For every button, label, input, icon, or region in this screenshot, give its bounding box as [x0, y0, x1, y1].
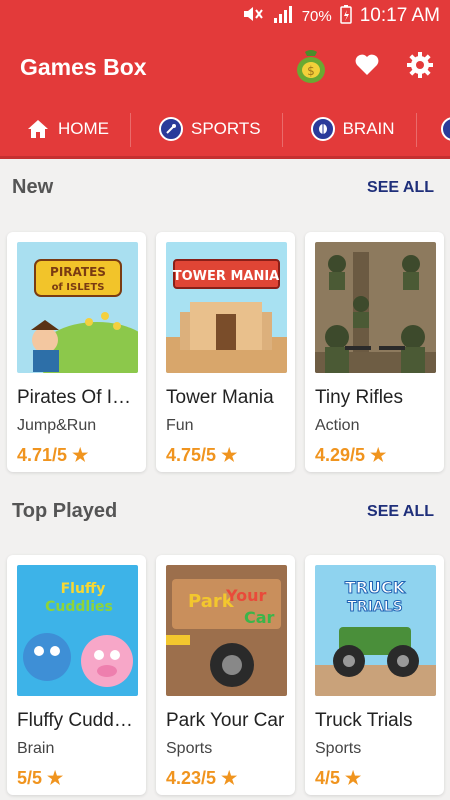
home-icon — [26, 118, 50, 140]
game-rating: 4.75/5 ★ — [166, 445, 238, 465]
tab-brain-label: BRAIN — [342, 119, 395, 138]
see-all-top-played-button[interactable]: SEE ALL — [367, 503, 434, 521]
new-games-row: PIRATES of ISLETS Pirates Of Isl… Jump&R… — [7, 232, 444, 472]
pirates-thumbnail: PIRATES of ISLETS — [17, 242, 138, 373]
tab-home[interactable]: HOME — [0, 102, 131, 156]
star-icon: ★ — [72, 445, 89, 465]
game-category: Sports — [166, 740, 213, 757]
game-category: Sports — [315, 740, 362, 757]
status-time: 10:17 AM — [359, 5, 440, 26]
game-rating: 4.71/5 ★ — [17, 445, 89, 465]
game-name: Fluffy Cuddli… — [17, 710, 136, 731]
fluffy-cuddlies-thumbnail: Fluffy Cuddlies — [17, 565, 138, 696]
svg-text:Cuddlies: Cuddlies — [45, 599, 113, 615]
svg-text:TRIALS: TRIALS — [347, 599, 402, 615]
battery-charging-icon — [339, 4, 352, 28]
park-your-car-thumbnail: Park Your Car — [166, 565, 287, 696]
mute-icon — [242, 5, 264, 27]
game-name: Park Your Car — [166, 710, 285, 731]
star-icon: ★ — [221, 445, 238, 465]
game-category: Brain — [17, 740, 55, 757]
game-card-tiny-rifles[interactable]: Tiny Rifles Action 4.29/5 ★ — [305, 232, 444, 472]
tab-sports[interactable]: SPORTS — [131, 102, 283, 156]
game-name: Pirates Of Isl… — [17, 387, 136, 408]
top-played-row: Fluffy Cuddlies Fluffy Cuddli… Brain 5/5… — [7, 555, 444, 795]
game-card-tower-mania[interactable]: TOWER MANIA Tower Mania Fun 4.75/5 ★ — [156, 232, 295, 472]
battery-percent: 70% — [301, 7, 332, 25]
game-card-park-your-car[interactable]: Park Your Car Park Your Car Sports 4.23/… — [156, 555, 295, 795]
section-new-title: New — [12, 176, 54, 198]
settings-gear-icon[interactable] — [406, 51, 434, 84]
category-tabs: HOME SPORTS BRAIN — [0, 102, 450, 159]
game-card-pirates[interactable]: PIRATES of ISLETS Pirates Of Isl… Jump&R… — [7, 232, 146, 472]
star-icon: ★ — [370, 445, 387, 465]
section-top-played-header: Top Played SEE ALL — [12, 500, 434, 523]
svg-text:PIRATES: PIRATES — [50, 265, 106, 279]
svg-text:TRUCK: TRUCK — [345, 578, 406, 597]
game-card-truck-trials[interactable]: TRUCK TRIALS Truck Trials Sports 4/5 ★ — [305, 555, 444, 795]
tab-sports-label: SPORTS — [191, 119, 261, 138]
game-rating: 4.29/5 ★ — [315, 445, 387, 465]
signal-icon — [272, 4, 294, 28]
section-new-header: New SEE ALL — [12, 176, 434, 199]
section-top-played-title: Top Played — [12, 500, 118, 522]
app-title: Games Box — [20, 53, 147, 80]
tower-mania-thumbnail: TOWER MANIA — [166, 242, 287, 373]
status-bar: 70% 10:17 AM — [0, 0, 450, 32]
game-name: Tiny Rifles — [315, 387, 403, 408]
game-category: Jump&Run — [17, 417, 97, 434]
app-bar: Games Box $ — [0, 32, 450, 102]
star-icon: ★ — [345, 768, 362, 788]
see-all-new-button[interactable]: SEE ALL — [367, 179, 434, 197]
game-rating: 4.23/5 ★ — [166, 768, 238, 788]
svg-text:Car: Car — [244, 608, 275, 627]
brain-icon — [310, 117, 335, 141]
tiny-rifles-thumbnail — [315, 242, 436, 373]
favorites-heart-icon[interactable] — [354, 53, 380, 82]
game-name: Tower Mania — [166, 387, 274, 408]
tab-brain[interactable]: BRAIN — [283, 102, 417, 156]
game-category: Action — [315, 417, 360, 434]
svg-text:$: $ — [307, 64, 315, 78]
svg-text:Fluffy: Fluffy — [61, 581, 106, 597]
svg-text:Your: Your — [225, 586, 267, 605]
game-rating: 5/5 ★ — [17, 768, 64, 788]
game-category: Fun — [166, 417, 194, 434]
game-name: Truck Trials — [315, 710, 413, 731]
star-icon: ★ — [47, 768, 64, 788]
sports-icon — [159, 117, 183, 141]
tab-home-label: HOME — [58, 119, 109, 138]
tab-more[interactable] — [417, 102, 450, 156]
truck-trials-thumbnail: TRUCK TRIALS — [315, 565, 436, 696]
star-icon: ★ — [221, 768, 238, 788]
more-category-icon — [440, 117, 450, 141]
game-card-fluffy-cuddlies[interactable]: Fluffy Cuddlies Fluffy Cuddli… Brain 5/5… — [7, 555, 146, 795]
game-rating: 4/5 ★ — [315, 768, 362, 788]
svg-text:TOWER MANIA: TOWER MANIA — [173, 269, 279, 284]
coin-bag-icon[interactable]: $ — [294, 46, 328, 89]
svg-text:of ISLETS: of ISLETS — [52, 282, 105, 293]
